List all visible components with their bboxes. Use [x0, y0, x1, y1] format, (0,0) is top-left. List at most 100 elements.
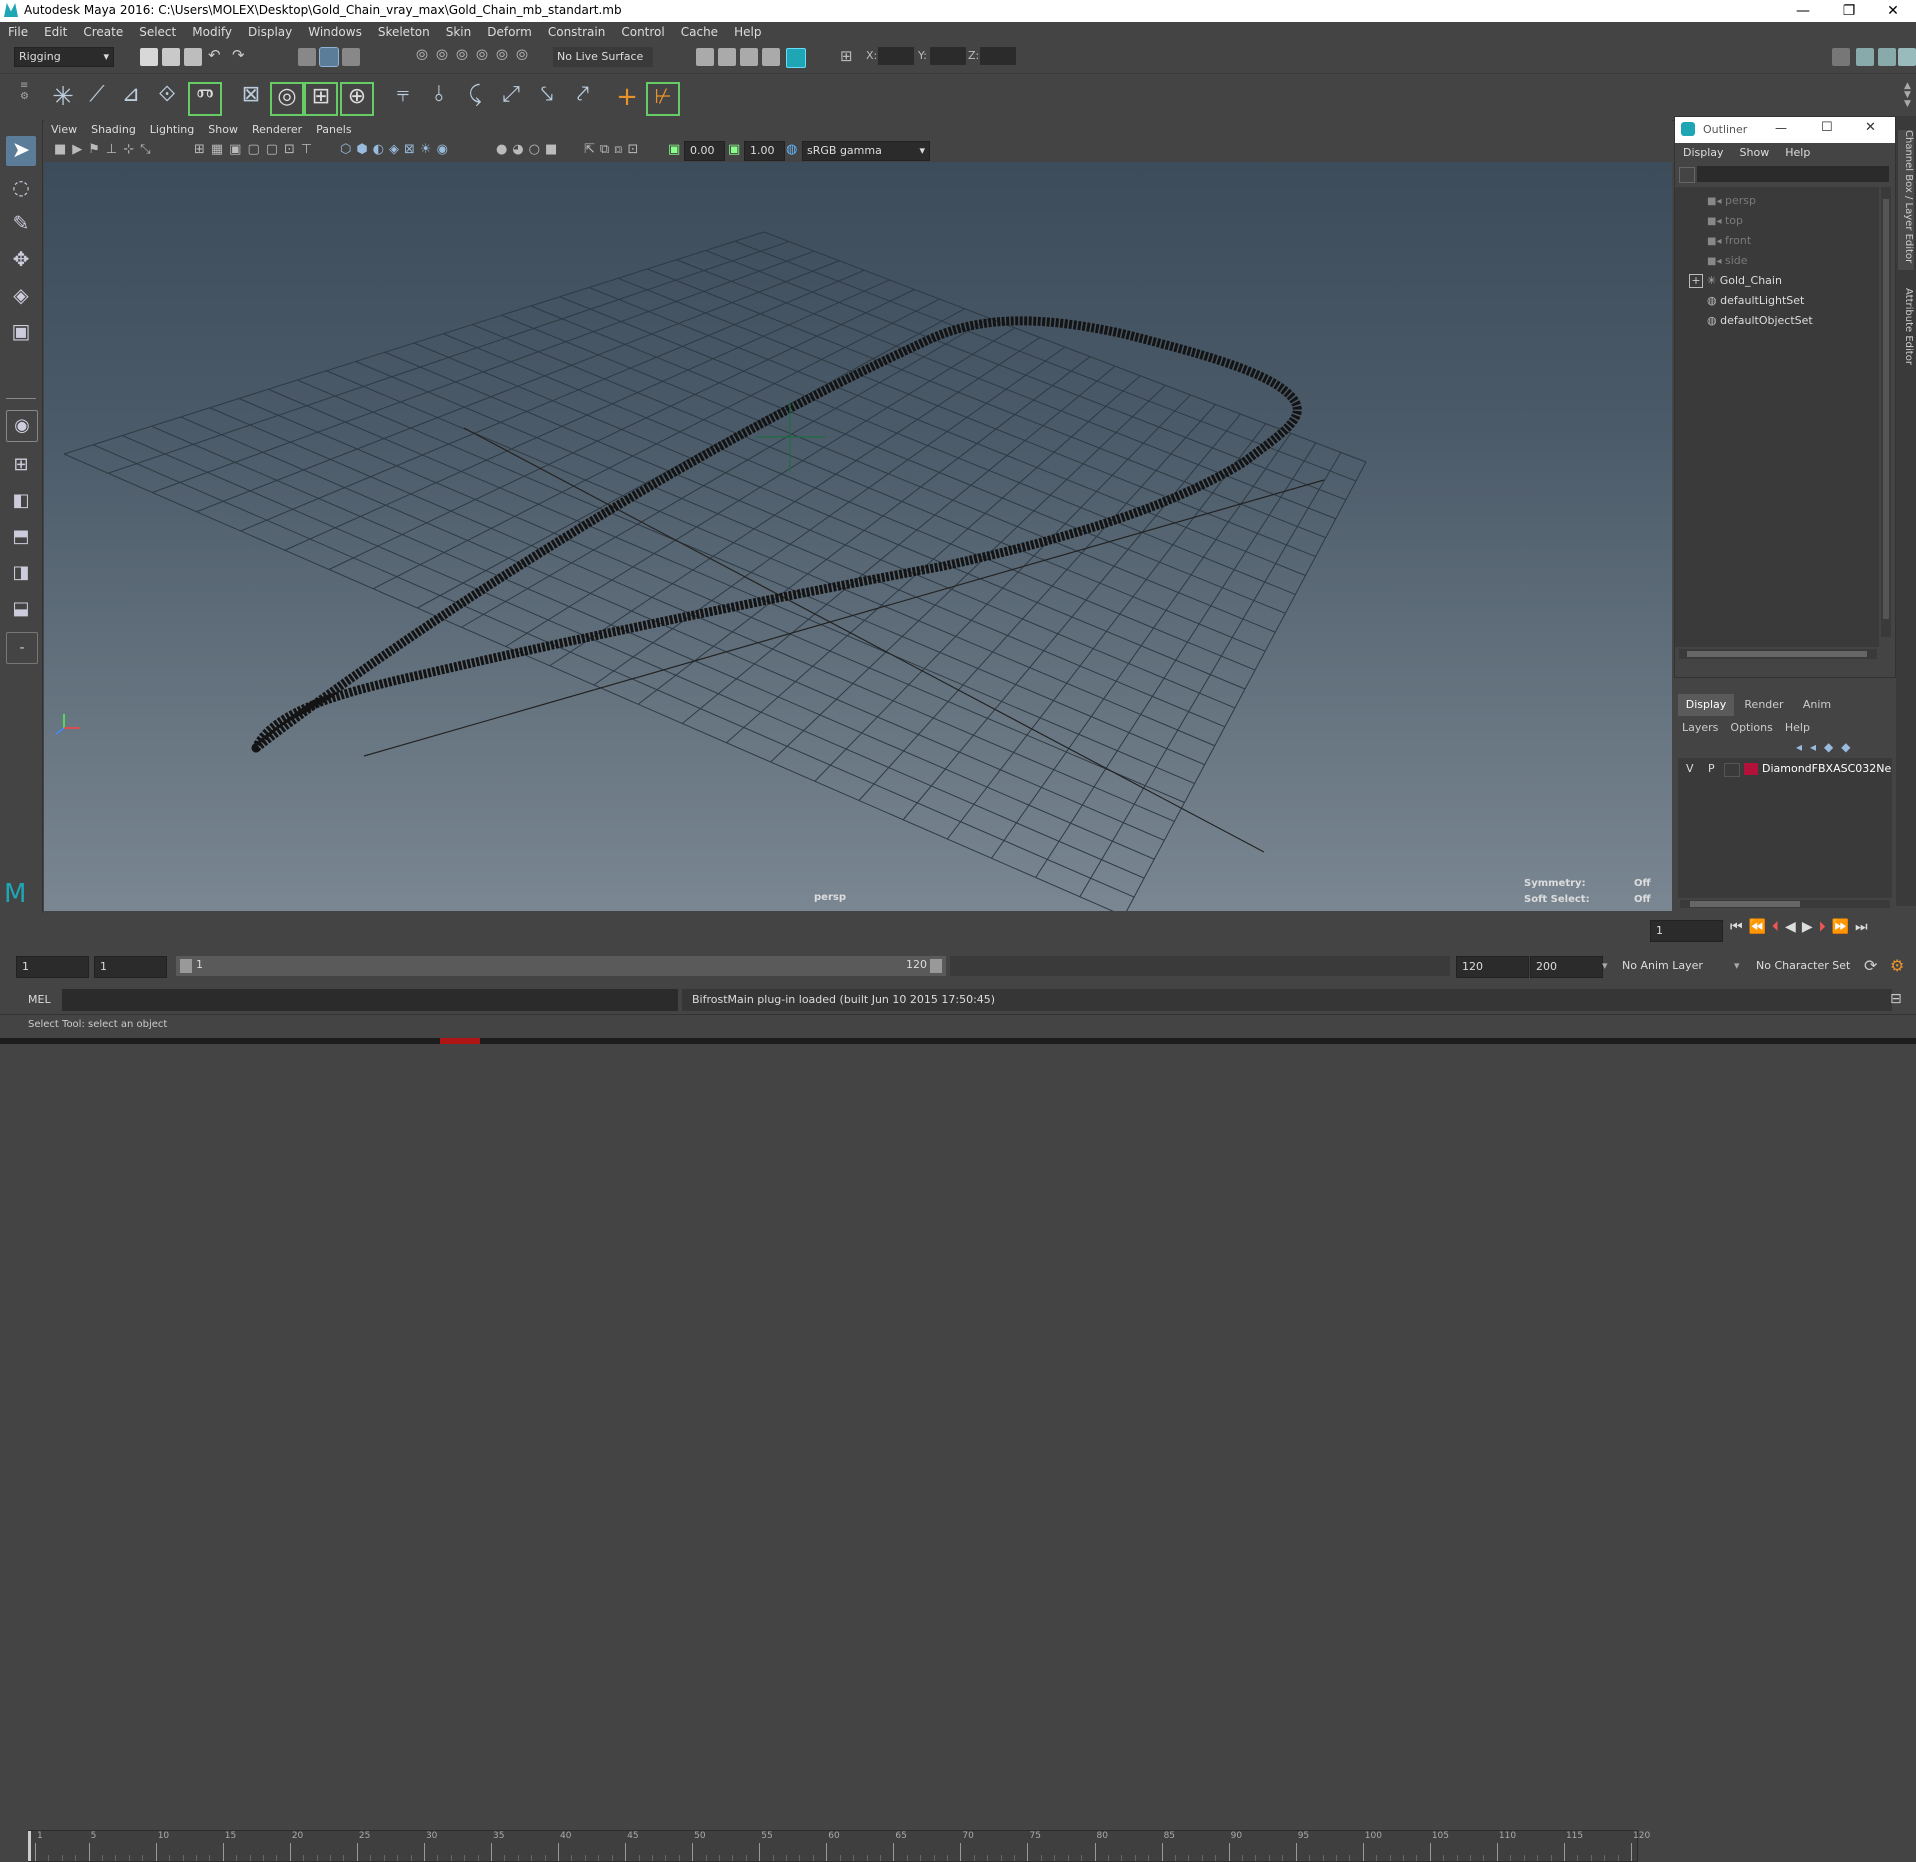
range-end-handle[interactable] — [930, 959, 942, 973]
layer-name[interactable]: DiamondFBXASC032Ne — [1762, 760, 1891, 778]
four-view-layout-icon[interactable]: ⊞ — [6, 450, 36, 480]
colorspace-dropdown[interactable]: sRGB gamma ▾ — [802, 141, 930, 161]
menu-help[interactable]: Help — [726, 22, 769, 43]
outliner-item[interactable]: ■◂ persp — [1689, 191, 1756, 211]
rotate-tool-icon[interactable]: ◈ — [6, 280, 36, 310]
current-frame-field[interactable]: 1 — [1650, 920, 1723, 942]
panel-menu-show[interactable]: Show — [201, 120, 245, 140]
range-slider-track[interactable] — [950, 956, 1450, 976]
menu-deform[interactable]: Deform — [479, 22, 540, 43]
panel-menu-renderer[interactable]: Renderer — [245, 120, 309, 140]
layer-menu-help[interactable]: Help — [1779, 718, 1816, 738]
character-set-dropdown[interactable]: No Character Set — [1756, 959, 1850, 972]
menu-modify[interactable]: Modify — [184, 22, 240, 43]
outliner-vertical-scrollbar[interactable] — [1881, 187, 1891, 637]
gamma-field[interactable]: 1.00 — [744, 141, 785, 161]
menu-file[interactable]: File — [0, 22, 36, 43]
panel-menu-view[interactable]: View — [44, 120, 84, 140]
start-frame-field[interactable]: 1 — [16, 956, 89, 978]
menu-select[interactable]: Select — [131, 22, 184, 43]
parent-constraint-icon[interactable]: ⫧ — [388, 82, 418, 112]
exposure-icon[interactable]: ▣ — [668, 142, 680, 157]
hypershade-icon[interactable] — [786, 48, 806, 68]
tool-settings-toggle-icon[interactable] — [1878, 48, 1896, 66]
outliner-item[interactable]: ■◂ top — [1689, 211, 1743, 231]
layer-horizontal-scrollbar[interactable] — [1680, 900, 1890, 908]
scrollbar-thumb[interactable] — [1690, 901, 1800, 907]
lattice-icon[interactable]: ⊞ — [304, 82, 338, 116]
scale-constraint-icon[interactable]: ⤢ — [496, 82, 526, 112]
tab-channel-box[interactable]: Channel Box / Layer Editor — [1898, 130, 1914, 270]
live-surface-field[interactable]: No Live Surface — [553, 47, 653, 67]
mirror-joint-icon[interactable]: ⟐ — [152, 82, 182, 112]
tab-attribute-editor[interactable]: Attribute Editor — [1898, 288, 1914, 398]
command-input[interactable] — [62, 989, 678, 1011]
perspective-viewport[interactable]: persp Symmetry: Off Soft Select: Off — [44, 162, 1672, 911]
select-tool-icon[interactable]: ➤ — [6, 136, 36, 166]
menu-display[interactable]: Display — [240, 22, 300, 43]
joint-tool-icon[interactable]: ✳ — [48, 82, 78, 112]
minimize-button[interactable]: — — [1780, 0, 1826, 22]
persp-dopesheet-layout-icon[interactable]: ⬓ — [6, 594, 36, 624]
bind-skin-icon[interactable]: ⊠ — [236, 82, 266, 112]
end-frame-field[interactable]: 200 — [1530, 956, 1603, 978]
panel-menu-panels[interactable]: Panels — [309, 120, 358, 140]
tab-display[interactable]: Display — [1678, 694, 1734, 716]
step-back-key-icon[interactable]: ⏪ — [1749, 919, 1772, 935]
set-driven-key-icon[interactable]: ⊬ — [646, 82, 680, 116]
layer-playback-toggle[interactable]: P — [1708, 760, 1715, 778]
auto-key-icon[interactable]: ⟳ — [1864, 956, 1877, 975]
save-scene-icon[interactable] — [184, 48, 202, 66]
z-field[interactable] — [980, 47, 1016, 65]
paint-select-icon[interactable]: ✎ — [6, 208, 36, 238]
outliner-menu-display[interactable]: Display — [1675, 143, 1732, 163]
menu-cache[interactable]: Cache — [673, 22, 726, 43]
menu-windows[interactable]: Windows — [300, 22, 370, 43]
menu-create[interactable]: Create — [75, 22, 131, 43]
grid-display-icons[interactable]: ⊞▦▣▢▢⊡⊤ — [194, 142, 318, 157]
layer-visibility-toggle[interactable]: V — [1686, 760, 1694, 778]
playback-start-field[interactable]: 1 — [94, 956, 167, 978]
x-field[interactable] — [878, 47, 914, 65]
tab-render[interactable]: Render — [1736, 694, 1792, 716]
ik-spline-icon[interactable]: ⊿ — [116, 82, 146, 112]
layer-menu-options[interactable]: Options — [1724, 718, 1778, 738]
ik-handle-icon[interactable]: ⟋ — [82, 82, 112, 112]
smooth-skin-icon[interactable]: ◎ — [270, 82, 304, 116]
outliner-item[interactable]: ◍ defaultLightSet — [1689, 291, 1804, 311]
orient-joint-icon[interactable]: Ⱅ — [188, 82, 222, 116]
current-time-marker[interactable] — [28, 1831, 31, 1861]
select-hierarchy-icon[interactable] — [298, 48, 316, 66]
outliner-menu-show[interactable]: Show — [1732, 143, 1778, 163]
point-constraint-icon[interactable]: ⫰ — [424, 82, 454, 112]
expand-icon[interactable]: + — [1689, 274, 1703, 288]
playback-end-field[interactable]: 120 — [1456, 956, 1529, 978]
render-settings-icon[interactable] — [762, 48, 780, 66]
scrollbar-thumb[interactable] — [1687, 651, 1867, 657]
outliner-item[interactable]: + ✳ Gold_Chain — [1689, 271, 1782, 291]
menu-skin[interactable]: Skin — [438, 22, 480, 43]
tab-anim[interactable]: Anim — [1792, 694, 1842, 716]
outliner-minimize-icon[interactable]: — — [1775, 121, 1787, 135]
redo-icon[interactable]: ↷ — [232, 46, 245, 64]
step-back-frame-icon[interactable]: ⏴ — [1772, 919, 1785, 935]
outliner-maximize-icon[interactable]: ☐ — [1821, 120, 1833, 135]
render-view-icon[interactable] — [696, 48, 714, 66]
layer-action-icons[interactable]: ◂◂◆◆ — [1796, 740, 1859, 754]
color-management-icon[interactable]: ◍ — [786, 142, 797, 157]
chevron-down-icon[interactable]: ▾ — [1602, 959, 1608, 972]
snap-icons[interactable]: ⦾⦾⦾⦾⦾⦾ — [416, 46, 536, 64]
select-object-icon[interactable] — [319, 47, 339, 67]
camera-tools-icons[interactable]: ■▶⚑⊥⊹⤡ — [54, 142, 157, 157]
step-forward-key-icon[interactable]: ⏩ — [1832, 919, 1855, 935]
y-field[interactable] — [930, 47, 966, 65]
layer-menu-layers[interactable]: Layers — [1676, 718, 1724, 738]
time-ruler[interactable]: 1 5 10 15 20 25 30 35 40 45 50 55 60 65 70 75 80 85 90 95 10… — [28, 1830, 1650, 1862]
shelf-scroll-icon[interactable]: ▲ ▼ ▼ — [1904, 82, 1911, 109]
modeling-toolkit-icon[interactable] — [1832, 48, 1850, 66]
menu-control[interactable]: Control — [613, 22, 672, 43]
panel-menu-shading[interactable]: Shading — [84, 120, 143, 140]
orient-constraint-icon[interactable]: ⤹ — [460, 82, 490, 112]
outliner-item[interactable]: ◍ defaultObjectSet — [1689, 311, 1813, 331]
transform-mode-icon[interactable]: ⊞ — [840, 47, 853, 65]
